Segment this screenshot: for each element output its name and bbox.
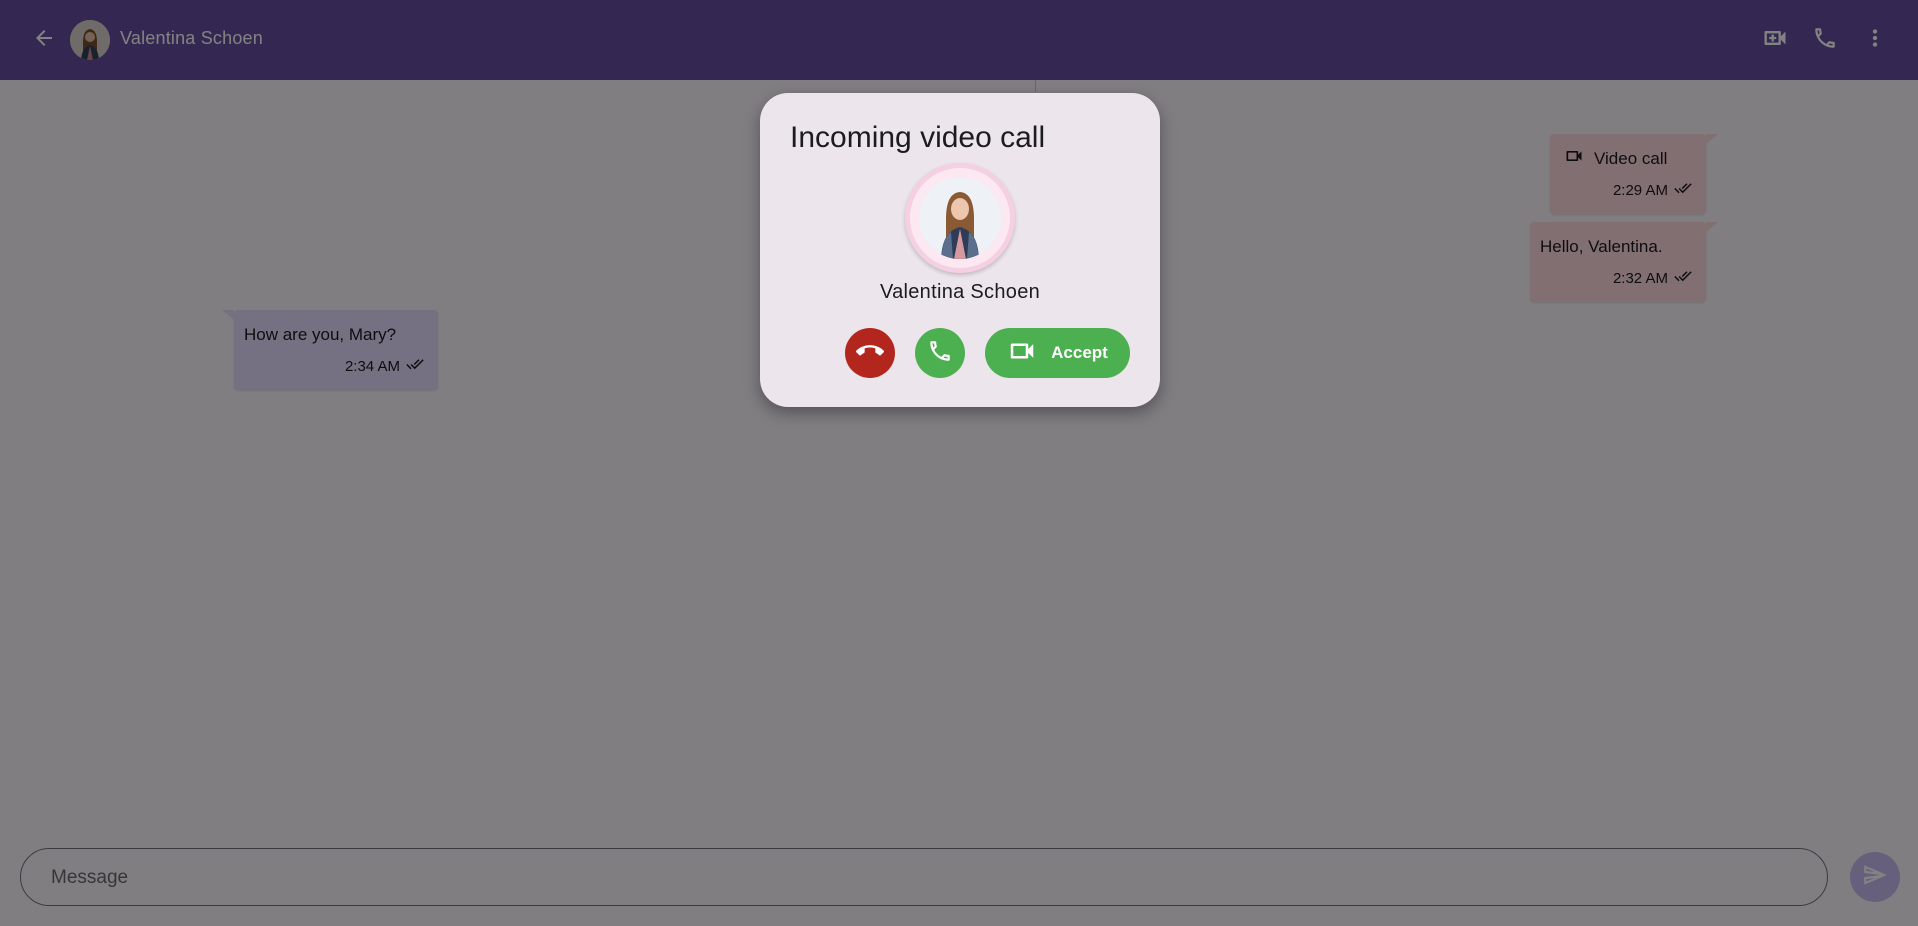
accept-label: Accept [1051, 343, 1108, 362]
videocam-icon [1007, 336, 1037, 371]
avatar-photo [919, 177, 1001, 259]
accept-voice-button[interactable] [915, 328, 965, 378]
phone-icon [927, 338, 953, 369]
decline-call-button[interactable] [845, 328, 895, 378]
dialog-title: Incoming video call [790, 121, 1046, 154]
caller-name: Valentina Schoen [879, 281, 1041, 303]
call-end-icon [856, 337, 884, 370]
incoming-call-dialog: Incoming video call Valentina Schoen Acc… [760, 93, 1160, 407]
accept-video-button[interactable]: Accept [985, 328, 1130, 378]
caller-avatar [919, 177, 1001, 259]
